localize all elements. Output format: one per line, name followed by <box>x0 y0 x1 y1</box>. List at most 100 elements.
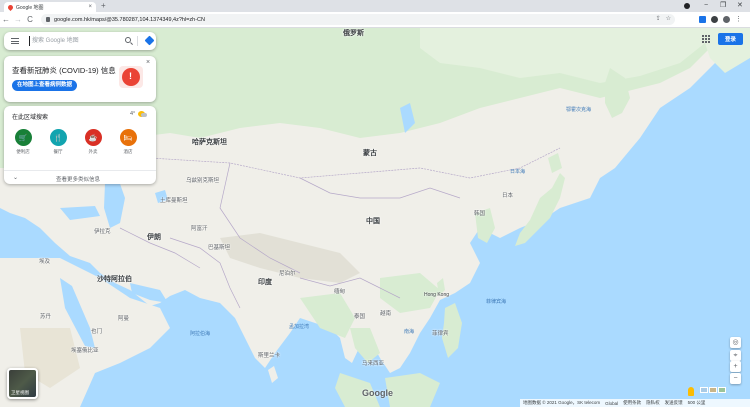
extension-icon[interactable] <box>699 15 706 23</box>
category-restaurant[interactable]: 🍴 餐厅 <box>49 129 67 155</box>
label-south-korea[interactable]: 韩国 <box>474 209 485 217</box>
more-similar-row[interactable]: ⌄ 查看更多类似信息 <box>4 170 156 184</box>
category-label: 餐厅 <box>53 149 63 154</box>
hotel-icon[interactable]: 🛏 <box>119 129 137 146</box>
label-thailand[interactable]: 泰国 <box>354 312 365 320</box>
signin-button[interactable]: 登录 <box>718 33 743 45</box>
maps-favicon-icon <box>6 3 15 11</box>
maximize-button[interactable]: ❐ <box>720 1 726 10</box>
temperature: 4° <box>130 111 136 117</box>
more-similar-text[interactable]: 查看更多类似信息 <box>56 175 100 183</box>
feedback-link[interactable]: 发送反馈 <box>665 400 683 406</box>
search-input[interactable] <box>29 36 119 46</box>
label-ethiopia[interactable]: 埃塞俄比亚 <box>71 346 99 354</box>
covid-data-button[interactable]: 在地图上查看病例数据 <box>12 80 78 91</box>
label-sea-of-okhotsk[interactable]: 鄂霍次克海 <box>566 106 591 113</box>
takeout-icon[interactable]: ☕ <box>84 129 102 146</box>
category-label: 外卖 <box>88 149 98 154</box>
new-tab-button[interactable]: + <box>101 2 106 10</box>
browser-tab-bar: Google 地图 × + − ❐ ✕ <box>0 0 750 12</box>
label-russia[interactable]: 俄罗斯 <box>343 28 364 38</box>
pegman-icon[interactable] <box>688 387 694 396</box>
label-myanmar[interactable]: 缅甸 <box>334 287 345 295</box>
google-apps-icon[interactable] <box>702 35 710 43</box>
back-button[interactable]: ← <box>0 15 12 24</box>
tab-close-icon[interactable]: × <box>88 4 92 10</box>
label-iraq[interactable]: 伊拉克 <box>94 227 111 235</box>
label-china[interactable]: 中国 <box>366 216 380 226</box>
warning-icon <box>119 66 143 88</box>
label-uzbekistan[interactable]: 乌兹别克斯坦 <box>186 176 219 184</box>
browser-tab[interactable]: Google 地图 × <box>4 2 96 12</box>
puzzle-icon[interactable] <box>711 15 718 23</box>
zoom-out-button[interactable]: − <box>730 373 741 384</box>
bookmark-star-icon[interactable]: ☆ <box>666 15 671 22</box>
share-icon[interactable]: ⇪ <box>656 15 661 22</box>
scale-bar[interactable]: 500 公里 <box>688 400 706 406</box>
menu-icon[interactable] <box>11 38 19 44</box>
label-india[interactable]: 印度 <box>258 277 272 287</box>
label-afghanistan[interactable]: 阿富汗 <box>191 224 208 232</box>
label-sea-of-japan[interactable]: 日本海 <box>510 168 525 175</box>
cart-icon[interactable]: 🛒 <box>14 129 32 146</box>
map-footer: 地图数据 © 2021 Google，SK telecom Global 使用条… <box>520 399 750 407</box>
label-sudan[interactable]: 苏丹 <box>40 312 51 320</box>
label-hong-kong[interactable]: Hong Kong <box>424 292 449 298</box>
label-turkmenistan[interactable]: 土库曼斯坦 <box>160 196 188 204</box>
label-bay-of-bengal[interactable]: 孟加拉湾 <box>289 323 309 330</box>
layer-options[interactable] <box>700 387 726 393</box>
chevron-down-icon[interactable]: ⌄ <box>13 174 18 181</box>
directions-icon[interactable] <box>144 35 155 46</box>
satellite-label: 卫星视图 <box>11 390 29 395</box>
nearby-title: 在此区域搜索 <box>12 115 49 121</box>
label-iran[interactable]: 伊朗 <box>147 232 161 242</box>
my-location-icon[interactable]: ⌖ <box>730 350 741 361</box>
category-hotel[interactable]: 🛏 酒店 <box>119 129 137 155</box>
zoom-in-button[interactable]: + <box>730 361 741 372</box>
label-oman[interactable]: 阿曼 <box>118 314 129 322</box>
category-takeout[interactable]: ☕ 外卖 <box>84 129 102 155</box>
partly-cloudy-icon <box>138 111 148 117</box>
layer-terrain-icon[interactable] <box>700 387 708 393</box>
url-text[interactable]: google.com.hk/maps/@35.780287,104.137434… <box>54 17 205 23</box>
label-nepal[interactable]: 尼泊尔 <box>279 269 296 277</box>
layer-bike-icon[interactable] <box>718 387 726 393</box>
compass-icon[interactable]: ◎ <box>730 337 741 348</box>
browser-menu-icon[interactable]: ⋮ <box>735 15 742 23</box>
privacy-link[interactable]: 隐私权 <box>646 400 660 406</box>
label-mongolia[interactable]: 蒙古 <box>363 148 377 158</box>
search-icon[interactable] <box>125 37 131 43</box>
window-close-button[interactable]: ✕ <box>737 1 743 10</box>
layer-transit-icon[interactable] <box>709 387 717 393</box>
label-arabian-sea[interactable]: 阿拉伯海 <box>190 330 210 337</box>
satellite-layer-toggle[interactable]: 卫星视图 <box>7 368 38 399</box>
address-bar[interactable]: google.com.hk/maps/@35.780287,104.137434… <box>41 14 675 25</box>
restaurant-icon[interactable]: 🍴 <box>49 129 67 146</box>
label-yemen[interactable]: 也门 <box>91 327 102 335</box>
label-south-china-sea[interactable]: 南海 <box>404 328 414 335</box>
forward-button[interactable]: → <box>12 15 24 24</box>
category-convenience-store[interactable]: 🛒 便利店 <box>14 129 32 155</box>
lock-icon[interactable] <box>46 17 50 22</box>
label-malaysia[interactable]: 马来西亚 <box>362 359 384 367</box>
label-japan[interactable]: 日本 <box>502 191 513 199</box>
covid-title: 查看新冠肺炎 (COVID-19) 信息 <box>12 66 116 75</box>
record-icon[interactable] <box>684 3 690 9</box>
minimize-button[interactable]: − <box>704 1 708 10</box>
tab-title: Google 地图 <box>16 4 44 11</box>
label-pakistan[interactable]: 巴基斯坦 <box>208 243 230 251</box>
covid-close-icon[interactable]: × <box>146 59 150 66</box>
covid-card: 查看新冠肺炎 (COVID-19) 信息 在地图上查看病例数据 × <box>4 56 156 102</box>
label-egypt[interactable]: 埃及 <box>39 257 50 265</box>
global-link[interactable]: Global <box>605 401 618 406</box>
label-vietnam[interactable]: 越南 <box>380 309 391 317</box>
profile-avatar-icon[interactable] <box>723 15 730 23</box>
reload-button[interactable]: C <box>24 15 36 24</box>
label-kazakhstan[interactable]: 哈萨克斯坦 <box>192 137 227 147</box>
weather-widget[interactable]: 4° <box>130 111 148 117</box>
label-philippine-sea[interactable]: 菲律宾海 <box>486 298 506 305</box>
label-philippines[interactable]: 菲律宾 <box>432 329 449 337</box>
label-sri-lanka[interactable]: 斯里兰卡 <box>258 351 280 359</box>
terms-link[interactable]: 使用条款 <box>623 400 641 406</box>
label-saudi[interactable]: 沙特阿拉伯 <box>97 274 132 284</box>
